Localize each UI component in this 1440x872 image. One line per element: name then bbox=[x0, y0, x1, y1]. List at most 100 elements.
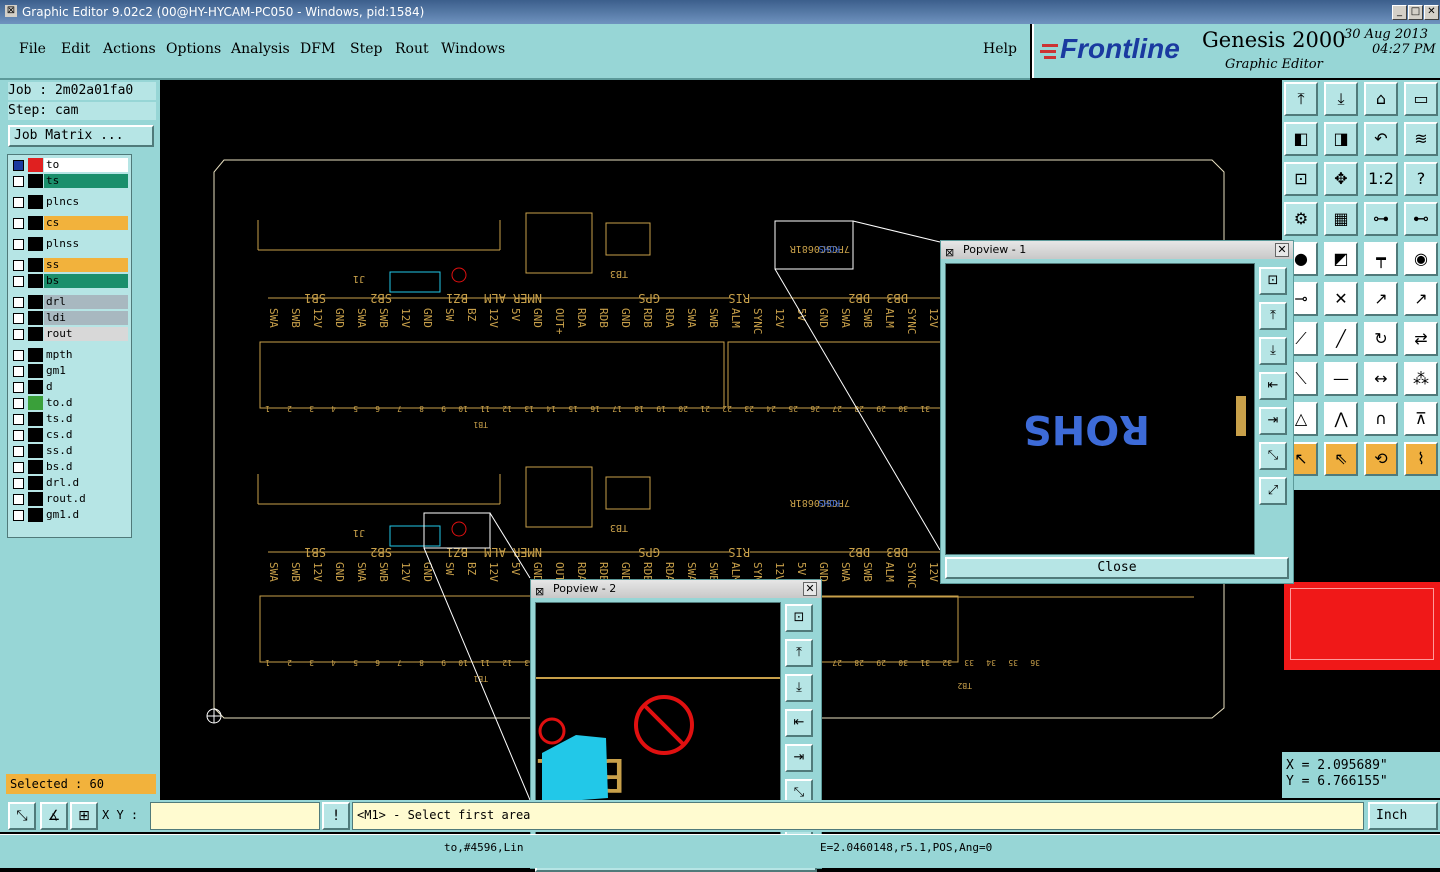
layer-row-ss[interactable]: ss bbox=[10, 258, 128, 272]
popview-2-titlebar[interactable]: ⊠ Popview - 2 ✕ bbox=[531, 580, 821, 598]
layer-row-rout[interactable]: rout bbox=[10, 327, 128, 341]
line-icon[interactable]: ◩ bbox=[1324, 242, 1358, 276]
layer-row-to[interactable]: to bbox=[10, 158, 128, 172]
layer-row-to-d[interactable]: to.d bbox=[10, 396, 128, 410]
layer-row-bs[interactable]: bs bbox=[10, 274, 128, 288]
pan-left-icon[interactable]: ⇤ bbox=[785, 709, 813, 737]
layer-checkbox[interactable] bbox=[13, 414, 24, 425]
path-icon[interactable]: ⌇ bbox=[1404, 442, 1438, 476]
home-icon[interactable]: ⌂ bbox=[1364, 82, 1398, 116]
menu-actions[interactable]: Actions bbox=[103, 41, 156, 57]
snap2-icon[interactable]: ⊷ bbox=[1404, 202, 1438, 236]
menu-edit[interactable]: Edit bbox=[61, 41, 90, 57]
pan-left-icon[interactable]: ⇤ bbox=[1259, 372, 1287, 400]
layer-up-icon[interactable]: ⤒ bbox=[1284, 82, 1318, 116]
pan-down-icon[interactable]: ⤓ bbox=[1259, 337, 1287, 365]
layer-checkbox[interactable] bbox=[13, 382, 24, 393]
arch-icon[interactable]: ∩ bbox=[1364, 402, 1398, 436]
pan-right-icon[interactable]: ⇥ bbox=[785, 744, 813, 772]
select-icon[interactable]: ⇖ bbox=[1324, 442, 1358, 476]
zoom-in-icon[interactable]: ⤡ bbox=[1259, 442, 1287, 470]
layer-row-plnss[interactable]: plnss bbox=[10, 237, 128, 251]
layer-row-plncs[interactable]: plncs bbox=[10, 195, 128, 209]
layer-row-drl[interactable]: drl bbox=[10, 295, 128, 309]
layer-checkbox[interactable] bbox=[13, 239, 24, 250]
unit-selector[interactable]: Inch bbox=[1368, 802, 1438, 830]
layer-checkbox[interactable] bbox=[13, 494, 24, 505]
layer-down-icon[interactable]: ⤓ bbox=[1324, 82, 1358, 116]
layer-row-d[interactable]: d bbox=[10, 380, 128, 394]
zoom-out-icon[interactable]: ⤢ bbox=[1259, 477, 1287, 505]
pan-down-icon[interactable]: ⤓ bbox=[785, 674, 813, 702]
arrow-up-icon[interactable]: ↗ bbox=[1364, 282, 1398, 316]
ruler-icon[interactable]: ┯ bbox=[1364, 242, 1398, 276]
popview-2-close-icon[interactable]: ✕ bbox=[803, 582, 817, 596]
pad-array-icon[interactable]: ⁂ bbox=[1404, 362, 1438, 396]
window-icon[interactable]: ▭ bbox=[1404, 82, 1438, 116]
pan-up-icon[interactable]: ⤒ bbox=[1259, 302, 1287, 330]
job-matrix-button[interactable]: Job Matrix ... bbox=[8, 125, 154, 147]
menu-help[interactable]: Help bbox=[983, 41, 1017, 57]
layer-row-drl-d[interactable]: drl.d bbox=[10, 476, 128, 490]
layer-row-ts[interactable]: ts bbox=[10, 174, 128, 188]
layer-checkbox[interactable] bbox=[13, 430, 24, 441]
close-window-button[interactable]: ✕ bbox=[1424, 5, 1439, 20]
layer-row-mpth[interactable]: mpth bbox=[10, 348, 128, 362]
menu-options[interactable]: Options bbox=[166, 41, 221, 57]
measure-icon[interactable]: ∡ bbox=[40, 802, 68, 830]
scale-icon[interactable]: 1:2 bbox=[1364, 162, 1398, 196]
menu-file[interactable]: File bbox=[19, 41, 46, 57]
layer-row-ldi[interactable]: ldi bbox=[10, 311, 128, 325]
redo-icon[interactable]: ≋ bbox=[1404, 122, 1438, 156]
layer-row-gm1-d[interactable]: gm1.d bbox=[10, 508, 128, 522]
menu-rout[interactable]: Rout bbox=[395, 41, 429, 57]
popview-1-titlebar[interactable]: ⊠ Popview - 1 ✕ bbox=[941, 241, 1293, 259]
prev-icon[interactable]: ◧ bbox=[1284, 122, 1318, 156]
layer-checkbox[interactable] bbox=[13, 276, 24, 287]
layer-row-gm1[interactable]: gm1 bbox=[10, 364, 128, 378]
layer-checkbox[interactable] bbox=[13, 260, 24, 271]
layer-row-ts-d[interactable]: ts.d bbox=[10, 412, 128, 426]
mountain-icon[interactable]: ⋀ bbox=[1324, 402, 1358, 436]
zoom-fit-icon[interactable]: ⊡ bbox=[785, 604, 813, 632]
grid-toggle-icon[interactable]: ▦ bbox=[1324, 202, 1358, 236]
layer-checkbox[interactable] bbox=[13, 197, 24, 208]
arrow-icon[interactable]: ↗ bbox=[1404, 282, 1438, 316]
layer-checkbox[interactable] bbox=[13, 160, 24, 171]
peak-icon[interactable]: ⊼ bbox=[1404, 402, 1438, 436]
menu-dfm[interactable]: DFM bbox=[300, 41, 335, 57]
layer-checkbox[interactable] bbox=[13, 462, 24, 473]
center-icon[interactable]: ✥ bbox=[1324, 162, 1358, 196]
layer-row-rout-d[interactable]: rout.d bbox=[10, 492, 128, 506]
layer-checkbox[interactable] bbox=[13, 350, 24, 361]
layer-checkbox[interactable] bbox=[13, 329, 24, 340]
layer-checkbox[interactable] bbox=[13, 478, 24, 489]
next-icon[interactable]: ◨ bbox=[1324, 122, 1358, 156]
rotate-icon[interactable]: ↻ bbox=[1364, 322, 1398, 356]
layer-checkbox[interactable] bbox=[13, 297, 24, 308]
layer-checkbox[interactable] bbox=[13, 398, 24, 409]
minimize-button[interactable]: _ bbox=[1392, 5, 1407, 20]
cross-icon[interactable]: ✕ bbox=[1324, 282, 1358, 316]
menu-analysis[interactable]: Analysis bbox=[231, 41, 290, 57]
popview-1-close-button[interactable]: Close bbox=[945, 557, 1289, 579]
flip-icon[interactable]: ⇄ bbox=[1404, 322, 1438, 356]
fit-icon[interactable]: ⊡ bbox=[1284, 162, 1318, 196]
layer-row-ss-d[interactable]: ss.d bbox=[10, 444, 128, 458]
snap-icon[interactable]: ⊶ bbox=[1364, 202, 1398, 236]
minus-icon[interactable]: — bbox=[1324, 362, 1358, 396]
layer-row-cs[interactable]: cs bbox=[10, 216, 128, 230]
layer-checkbox[interactable] bbox=[13, 218, 24, 229]
alert-icon[interactable]: ! bbox=[322, 802, 350, 830]
pan-right-icon[interactable]: ⇥ bbox=[1259, 407, 1287, 435]
grid-icon[interactable]: ⊞ bbox=[70, 802, 98, 830]
menu-windows[interactable]: Windows bbox=[441, 41, 505, 57]
zoom-fit-icon[interactable]: ⊡ bbox=[1259, 267, 1287, 295]
layer-row-bs-d[interactable]: bs.d bbox=[10, 460, 128, 474]
layer-row-cs-d[interactable]: cs.d bbox=[10, 428, 128, 442]
layer-checkbox[interactable] bbox=[13, 176, 24, 187]
undo-icon[interactable]: ↶ bbox=[1364, 122, 1398, 156]
layer-checkbox[interactable] bbox=[13, 510, 24, 521]
circle-icon[interactable]: ◉ bbox=[1404, 242, 1438, 276]
settings-icon[interactable]: ⚙ bbox=[1284, 202, 1318, 236]
